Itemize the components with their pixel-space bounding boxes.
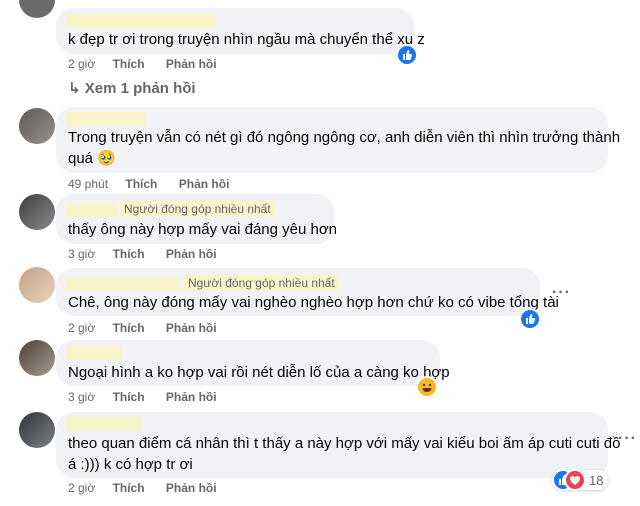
top-contributor-badge: Người đóng góp nhiều nhất <box>184 275 339 291</box>
comment-time[interactable]: 2 giờ <box>68 321 95 335</box>
comment-text: thấy ông này hợp mấy vai đáng yêu hơn <box>68 221 338 238</box>
commenter-name[interactable] <box>66 417 142 431</box>
commenter-name[interactable] <box>66 277 180 291</box>
comment-actions: 2 giờ Thích Phản hồi <box>68 321 217 335</box>
reply-button[interactable]: Phản hồi <box>166 481 217 495</box>
reply-button[interactable]: Phản hồi <box>179 177 230 191</box>
comment-actions: 49 phút Thích Phản hồi <box>68 177 229 191</box>
comment-text: Ngoại hình a ko hợp vai rồi nét diễn lố … <box>68 364 450 381</box>
top-contributor-badge: Người đóng góp nhiều nhất <box>120 201 275 217</box>
reply-button[interactable]: Phản hồi <box>166 247 217 261</box>
like-button[interactable]: Thích <box>113 57 145 71</box>
haha-reaction-icon[interactable] <box>418 378 436 396</box>
avatar[interactable] <box>19 340 55 376</box>
more-options-icon[interactable]: ··· <box>552 284 571 302</box>
comment-time[interactable]: 3 giờ <box>68 390 95 404</box>
comment-text-line-2: á :))) k có hợp tr ơi <box>68 456 193 473</box>
comment-actions: 3 giờ Thích Phản hồi <box>68 390 217 404</box>
like-button[interactable]: Thích <box>113 481 145 495</box>
commenter-name[interactable] <box>66 203 118 217</box>
like-reaction-icon[interactable] <box>398 46 416 64</box>
commenter-name[interactable] <box>66 14 216 28</box>
commenter-name[interactable] <box>66 346 122 360</box>
like-button[interactable]: Thích <box>113 247 145 261</box>
love-reaction-icon[interactable] <box>566 471 584 489</box>
comment-text: k đẹp tr ơi trong truyện nhìn ngầu mà ch… <box>68 31 425 48</box>
avatar[interactable] <box>19 194 55 230</box>
comment-text-line-2: quá 🥹 <box>68 150 116 167</box>
like-button[interactable]: Thích <box>113 321 145 335</box>
comment-actions: 3 giờ Thích Phản hồi <box>68 247 217 261</box>
reply-button[interactable]: Phản hồi <box>166 390 217 404</box>
comment-time[interactable]: 2 giờ <box>68 57 95 71</box>
comment-text: Chê, ông này đóng mấy vai nghèo nghèo hợ… <box>68 294 559 311</box>
like-button[interactable]: Thích <box>113 390 145 404</box>
comment-time[interactable]: 2 giờ <box>68 481 95 495</box>
like-reaction-icon[interactable] <box>521 310 539 328</box>
avatar[interactable] <box>19 108 55 144</box>
like-button[interactable]: Thích <box>125 177 157 191</box>
avatar[interactable] <box>19 0 55 18</box>
reply-button[interactable]: Phản hồi <box>166 321 217 335</box>
commenter-name[interactable] <box>66 112 146 126</box>
comment-text: theo quan điểm cá nhân thì t thấy a này … <box>68 435 621 452</box>
comment-actions: 2 giờ Thích Phản hồi <box>68 481 217 495</box>
reply-button[interactable]: Phản hồi <box>166 57 217 71</box>
comment-time[interactable]: 3 giờ <box>68 247 95 261</box>
avatar[interactable] <box>19 412 55 448</box>
comment-time[interactable]: 49 phút <box>68 177 108 191</box>
reaction-count: 18 <box>589 473 604 488</box>
avatar[interactable] <box>19 267 55 303</box>
reply-arrow-icon: ↳ <box>68 80 81 97</box>
comment-actions: 2 giờ Thích Phản hồi <box>68 57 217 71</box>
more-options-icon[interactable]: ··· <box>618 430 637 448</box>
view-replies-link[interactable]: ↳ Xem 1 phản hồi <box>68 79 196 97</box>
comment-text: Trong truyện vẫn có nét gì đó ngông ngôn… <box>68 129 621 146</box>
